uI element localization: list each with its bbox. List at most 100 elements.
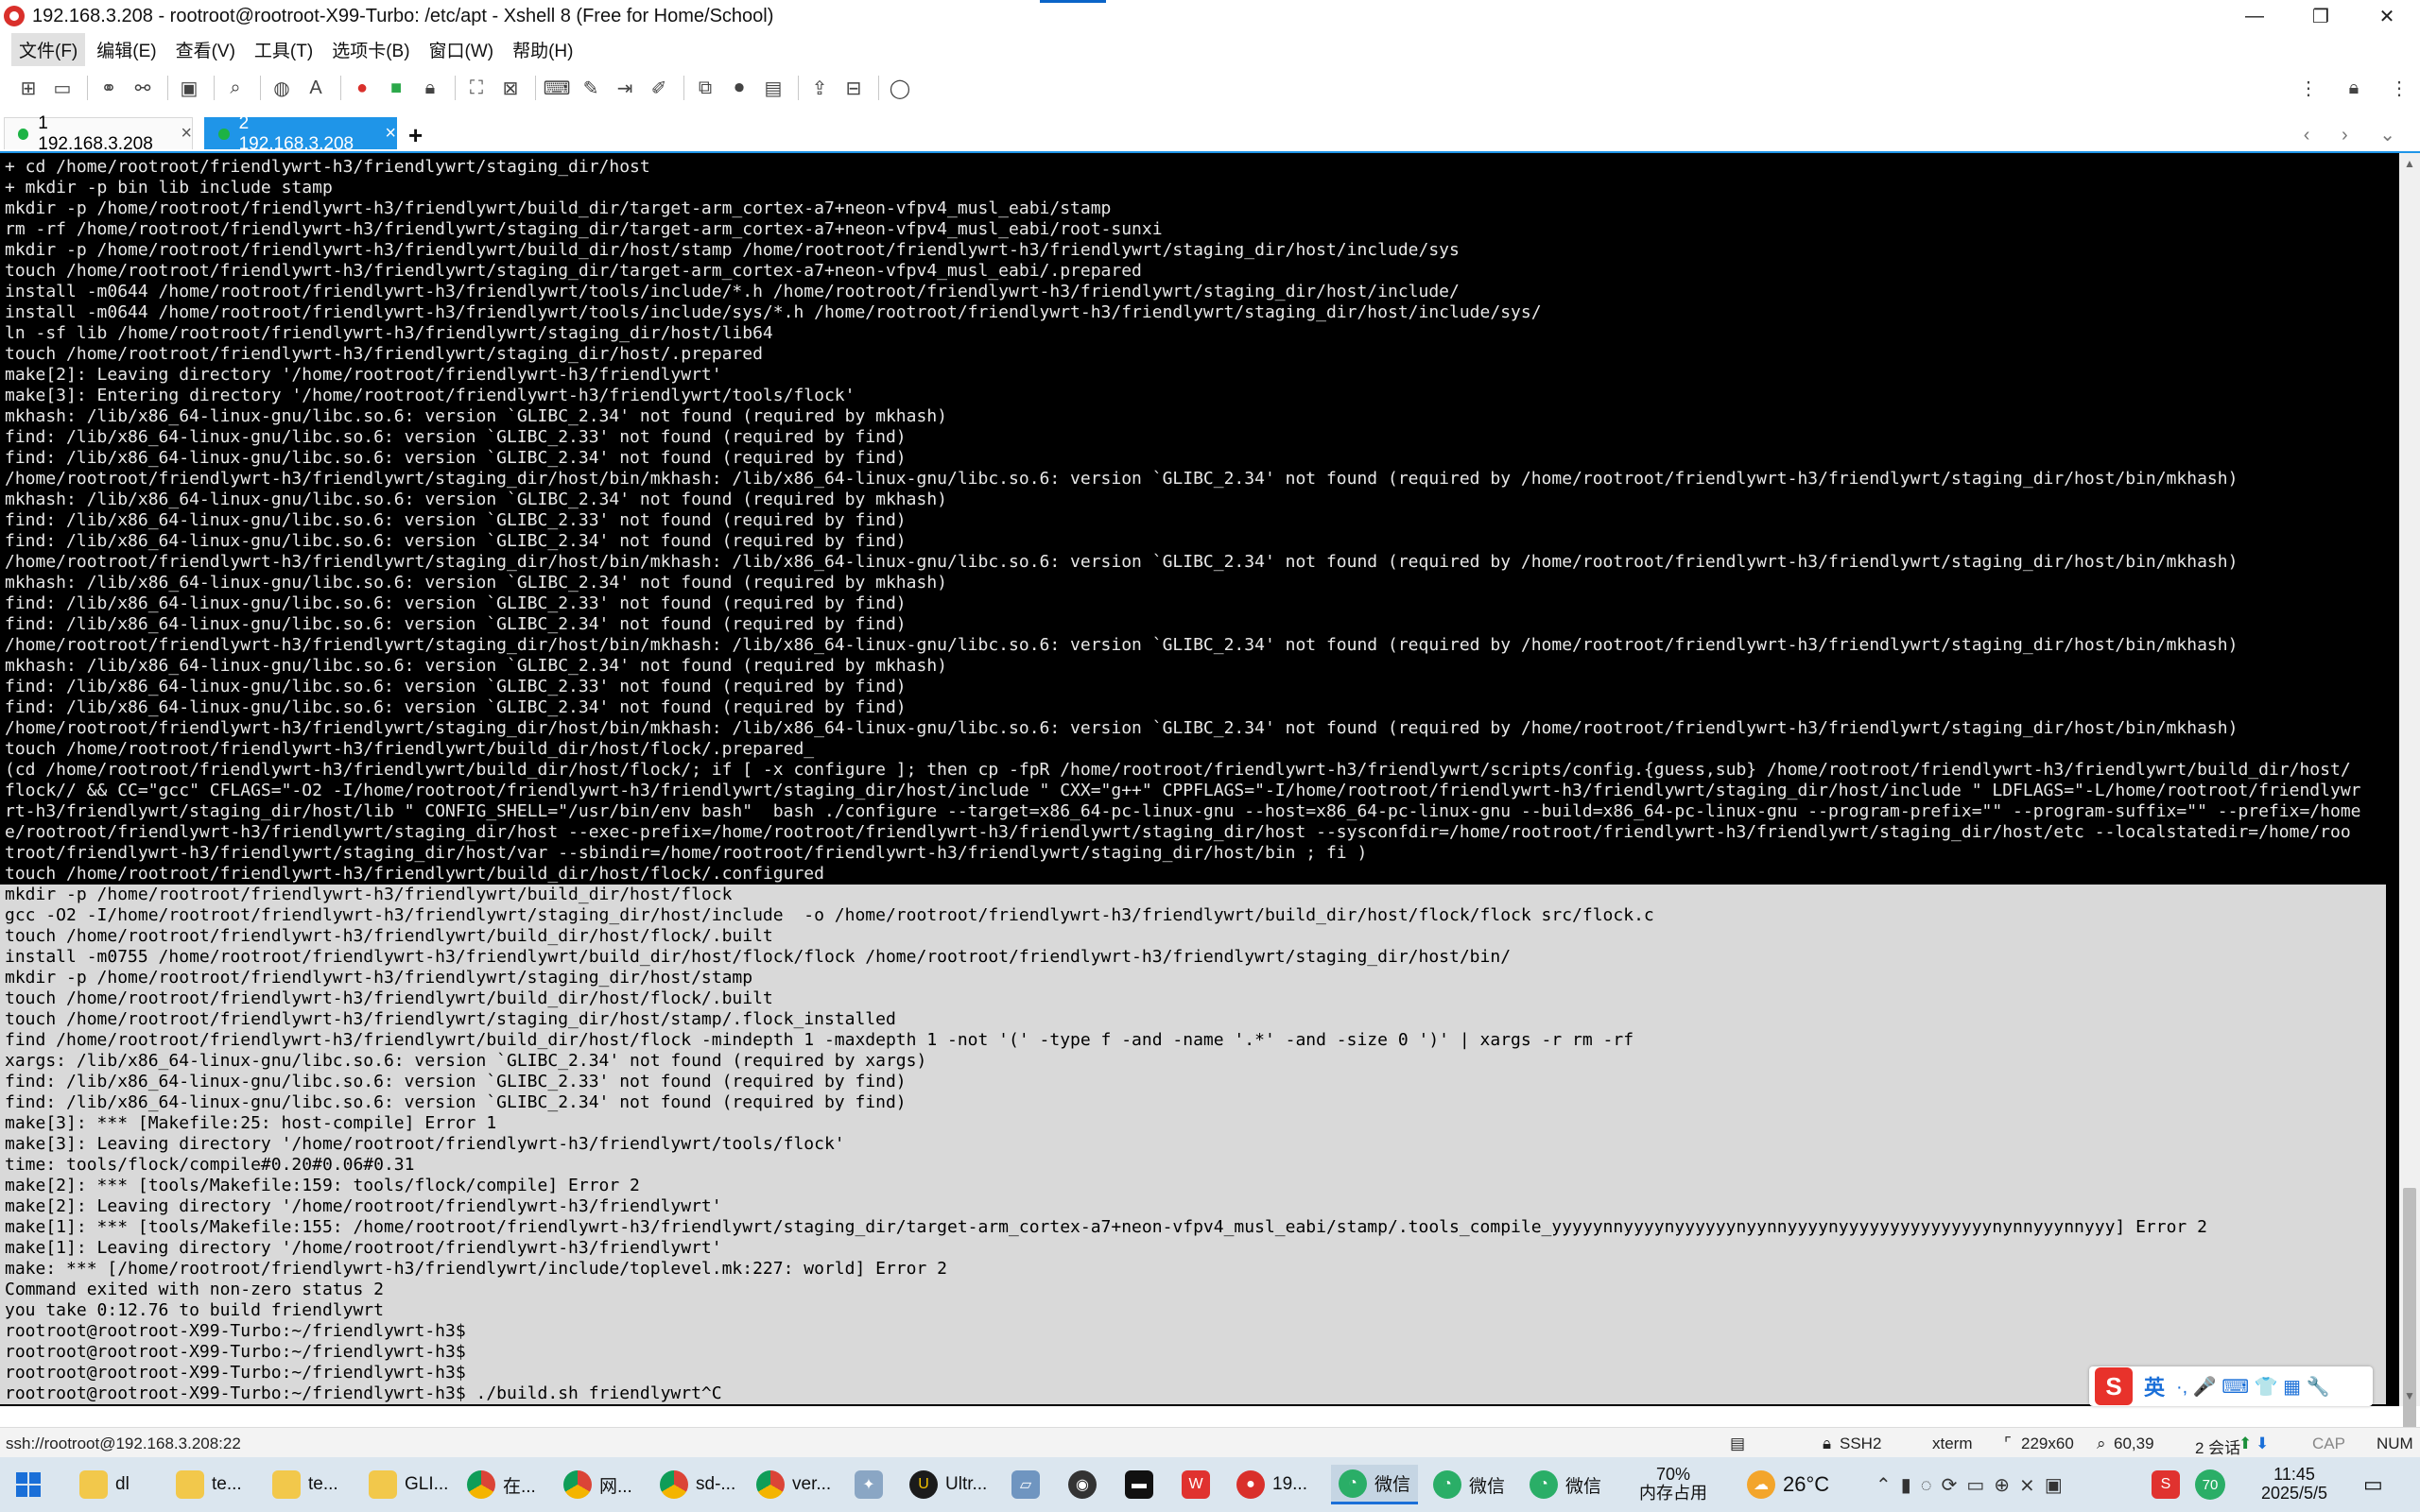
start-button[interactable] [15, 1465, 42, 1504]
taskbar-item-folder-dl[interactable]: dl [79, 1465, 130, 1504]
terminal-scrollbar[interactable]: ▲ ▼ [2399, 153, 2420, 1471]
script-icon[interactable]: ✐ [646, 75, 672, 101]
system-tray-icons[interactable]: ⌃▮◌⟳▭⊕⨯▣ [1876, 1465, 2072, 1504]
clock[interactable]: 11:45 2025/5/5 [2242, 1465, 2346, 1503]
taskbar-pinned-app[interactable]: ✦ [855, 1465, 890, 1504]
ime-toolbar[interactable]: S 英 ·, 🎤 ⌨ 👕 ▦ 🔧 [2089, 1366, 2373, 1406]
taskbar-item-label: 微信 [1469, 1476, 1506, 1497]
globe-icon[interactable]: ◍ [268, 75, 295, 101]
taskbar-item-folder-te2[interactable]: te... [272, 1465, 338, 1504]
menu-view[interactable]: 查看(V) [168, 33, 243, 66]
chat-icon[interactable]: ◯ [887, 75, 913, 101]
terminal-line: find: /lib/x86_64-linux-gnu/libc.so.6: v… [5, 697, 907, 717]
tray-badge[interactable]: 70 [2195, 1465, 2233, 1504]
disconnect-icon[interactable]: ⚯ [130, 75, 156, 101]
add-tab-icon[interactable]: + [408, 121, 423, 150]
app-icon: ✦ [855, 1470, 883, 1499]
font-icon[interactable]: A [302, 75, 329, 101]
taskbar-item-wechat-2[interactable]: ◔ 微信 [1433, 1465, 1505, 1504]
toolbar-divider [878, 76, 879, 100]
copy-icon[interactable]: ⧉ [692, 75, 718, 101]
notification-icon[interactable]: ▭ [2363, 1465, 2383, 1504]
xshell-app-icon [4, 6, 25, 26]
reconnect-icon[interactable]: ⚭ [95, 75, 122, 101]
menu-edit[interactable]: 编辑(E) [89, 33, 164, 66]
menu-tab[interactable]: 选项卡(B) [324, 33, 417, 66]
num-lock-indicator: NUM [2377, 1435, 2413, 1452]
download-arrow-icon: ⬇ [2256, 1435, 2270, 1452]
taskbar-item-label: 网... [599, 1476, 632, 1497]
taskbar-pinned-wps[interactable]: W [1182, 1465, 1218, 1504]
menu-window[interactable]: 窗口(W) [422, 33, 502, 66]
notes-icon: ▱ [1011, 1470, 1040, 1499]
toolbar-divider [260, 76, 261, 100]
menu-file[interactable]: 文件(F) [11, 32, 86, 66]
scroll-down-icon[interactable]: ▼ [2404, 1389, 2415, 1402]
terminal-line: find: /lib/x86_64-linux-gnu/libc.so.6: v… [5, 531, 907, 551]
terminal-line: rt-h3/friendlywrt/staging_dir/host/lib "… [5, 801, 2361, 821]
tray-wps-icon[interactable]: S [2152, 1465, 2187, 1504]
size-icon: ⌜ [2004, 1435, 2012, 1452]
new-session-icon[interactable]: ⊞ [15, 75, 42, 101]
terminal-line-selected: touch /home/rootroot/friendlywrt-h3/frie… [0, 926, 2386, 947]
ime-mode-label[interactable]: 英 [2144, 1371, 2165, 1401]
taskbar-item-wechat-1[interactable]: ◔ 微信 [1331, 1465, 1419, 1504]
tab-session-2[interactable]: 2 192.168.3.208 × [204, 113, 397, 154]
close-window-button[interactable]: ✕ [2354, 0, 2420, 32]
maximize-button[interactable]: ❐ [2288, 0, 2354, 32]
lock-icon[interactable]: 🔒︎ [417, 75, 443, 101]
terminal-line: find: /lib/x86_64-linux-gnu/libc.so.6: v… [5, 427, 907, 447]
xshell-red-icon[interactable]: ● [349, 75, 375, 101]
memory-usage-widget[interactable]: 70% 内存占用 [1635, 1465, 1711, 1503]
wps-icon: W [1182, 1470, 1210, 1499]
send-icon[interactable]: ⇥ [612, 75, 638, 101]
taskbar-item-chrome-3[interactable]: sd-... [660, 1465, 735, 1504]
layout-icon[interactable]: ⊟ [840, 75, 867, 101]
taskbar-item-chrome-2[interactable]: 网... [563, 1465, 632, 1504]
tab-navigation-icons[interactable]: ‹ › ⌄ [2304, 123, 2409, 146]
taskbar-item-label: 在... [503, 1476, 536, 1497]
taskbar-pinned-terminal[interactable]: ▬ [1125, 1465, 1161, 1504]
terminal-output[interactable]: + cd /home/rootroot/friendlywrt-h3/frien… [0, 153, 2399, 1406]
log-icon[interactable]: ▤ [760, 75, 786, 101]
wechat-icon: ◔ [1339, 1469, 1367, 1498]
padlock-icon[interactable]: 🔒︎ [2341, 75, 2367, 101]
taskbar-pinned-camera[interactable]: ◉ [1068, 1465, 1104, 1504]
terminal-line: find: /lib/x86_64-linux-gnu/libc.so.6: v… [5, 510, 907, 530]
cursor-position: 60,39 [2114, 1435, 2154, 1452]
taskbar-item-wechat-3[interactable]: ◔ 微信 [1530, 1465, 1601, 1504]
open-folder-icon[interactable]: ▭ [49, 75, 76, 101]
terminal-line: install -m0644 /home/rootroot/friendlywr… [5, 282, 1460, 301]
weather-widget[interactable]: ☁ 26°C [1747, 1465, 1829, 1504]
close-tab-icon[interactable]: × [181, 123, 192, 145]
menu-help[interactable]: 帮助(H) [505, 33, 580, 66]
menu-tools[interactable]: 工具(T) [247, 33, 320, 66]
find-icon[interactable]: ⌕ [222, 75, 249, 101]
properties-icon[interactable]: ▣ [176, 75, 202, 101]
taskbar-item-chrome-1[interactable]: 在... [467, 1465, 536, 1504]
taskbar-pinned-notes[interactable]: ▱ [1011, 1465, 1047, 1504]
terminal-line: mkhash: /lib/x86_64-linux-gnu/libc.so.6:… [5, 406, 947, 426]
taskbar-item-xshell[interactable]: ● 19... [1236, 1465, 1307, 1504]
xftp-green-icon[interactable]: ■ [383, 75, 409, 101]
lock-session-icon[interactable]: ⊠ [497, 75, 524, 101]
memory-percent: 70% [1655, 1465, 1691, 1484]
keyboard-icon[interactable]: ⌨ [544, 75, 571, 101]
minimize-button[interactable]: — [2221, 0, 2288, 32]
taskbar-item-folder-te1[interactable]: te... [176, 1465, 242, 1504]
close-tab-icon[interactable]: × [385, 123, 396, 145]
fullscreen-icon[interactable]: ⛶ [463, 75, 490, 101]
taskbar-item-chrome-4[interactable]: ver... [756, 1465, 831, 1504]
compose-icon[interactable]: ✎ [578, 75, 604, 101]
connection-address: ssh://rootroot@192.168.3.208:22 [6, 1435, 241, 1452]
record-icon[interactable]: ⏺ [726, 75, 752, 101]
ime-tool-icons[interactable]: ·, 🎤 ⌨ 👕 ▦ 🔧 [2176, 1375, 2329, 1399]
tab-session-1[interactable]: 1 192.168.3.208 × [4, 113, 193, 154]
taskbar-item-folder-gli[interactable]: GLI... [369, 1465, 448, 1504]
transfer-icon[interactable]: ⇪ [806, 75, 833, 101]
sogou-logo-icon[interactable]: S [2095, 1367, 2133, 1405]
taskbar-item-ultra[interactable]: U Ultr... [909, 1465, 987, 1504]
more-options-icon[interactable]: ⋮ [2295, 75, 2322, 101]
overflow-icon[interactable]: ⋮ [2386, 75, 2412, 101]
scroll-up-icon[interactable]: ▲ [2404, 157, 2415, 170]
